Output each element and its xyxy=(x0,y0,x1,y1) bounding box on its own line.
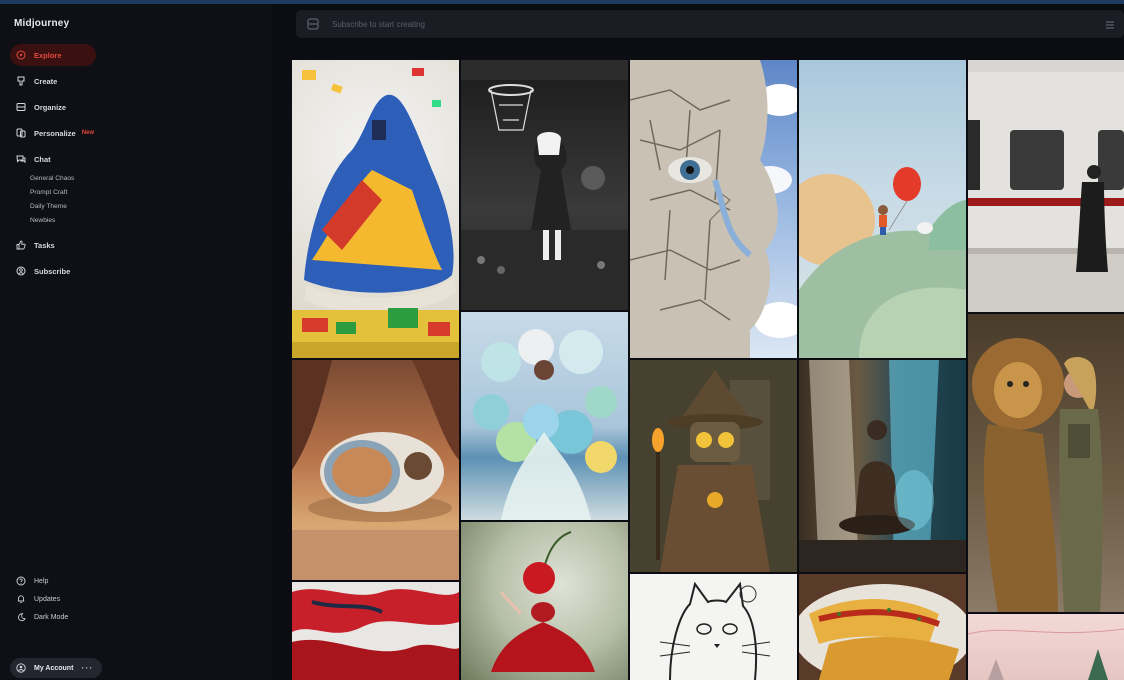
chat-room-general-chaos[interactable]: General Chaos xyxy=(30,172,256,186)
sidebar-bottom-nav: Help Updates Dark Mode xyxy=(10,572,256,626)
moon-icon xyxy=(16,612,26,622)
image-prompt-icon[interactable] xyxy=(306,17,320,31)
pasta-dish-image[interactable] xyxy=(799,574,966,680)
thumbs-up-icon xyxy=(16,240,26,250)
settings-sliders-icon[interactable] xyxy=(1104,18,1116,30)
sidebar-item-explore[interactable]: Explore xyxy=(10,44,96,66)
chat-room-daily-theme[interactable]: Daily Theme xyxy=(30,200,256,214)
sidebar-item-label: Organize xyxy=(34,102,67,112)
balloon-dress-image[interactable] xyxy=(461,312,628,520)
sidebar-item-label: Create xyxy=(34,76,58,86)
cherry-dancer-image[interactable] xyxy=(461,522,628,680)
sidebar-item-label: Tasks xyxy=(34,240,55,250)
sidebar-item-label: Updates xyxy=(34,595,61,603)
my-account-button[interactable]: My Account ··· xyxy=(10,658,102,678)
sidebar-item-personalize[interactable]: Personalize New xyxy=(10,122,256,144)
sidebar-item-create[interactable]: Create xyxy=(10,70,256,92)
sidebar-item-label: Help xyxy=(34,577,49,585)
sidebar-item-label: Explore xyxy=(34,50,62,60)
chat-room-prompt-craft[interactable]: Prompt Craft xyxy=(30,186,256,200)
chat-rooms-list: General Chaos Prompt Craft Daily Theme N… xyxy=(30,172,256,228)
basketball-nun-image[interactable] xyxy=(461,60,628,310)
folder-icon xyxy=(16,102,26,112)
app-title: Midjourney xyxy=(14,18,70,29)
sidebar-item-tasks[interactable]: Tasks xyxy=(10,234,256,256)
explore-gallery xyxy=(292,60,1124,680)
sidebar-item-label: Personalize xyxy=(34,128,76,138)
brush-icon xyxy=(16,76,26,86)
cat-sketch-image[interactable] xyxy=(630,574,797,680)
chat-icon xyxy=(16,154,26,164)
sidebar-item-updates[interactable]: Updates xyxy=(10,590,256,608)
chat-room-newbies[interactable]: Newbies xyxy=(30,214,256,228)
subway-train-image[interactable] xyxy=(968,60,1124,312)
account-more-icon[interactable]: ··· xyxy=(81,663,93,673)
sidebar-item-chat[interactable]: Chat xyxy=(10,148,256,170)
lion-soldier-image[interactable] xyxy=(968,314,1124,612)
bell-icon xyxy=(16,594,26,604)
cracked-face-image[interactable] xyxy=(630,60,797,358)
account-label: My Account xyxy=(34,664,74,672)
search-input[interactable] xyxy=(330,18,1034,30)
sidebar-item-label: Dark Mode xyxy=(34,613,69,621)
sidebar-item-label: Subscribe xyxy=(34,266,71,276)
balloon-hills-image[interactable] xyxy=(799,60,966,358)
red-abstract-image[interactable] xyxy=(292,582,459,680)
lego-sneaker-image[interactable] xyxy=(292,60,459,358)
help-icon xyxy=(16,576,26,586)
compass-icon xyxy=(16,50,26,60)
pink-forest-image[interactable] xyxy=(968,614,1124,680)
account-avatar-icon xyxy=(16,663,26,673)
sidebar-item-dark-mode[interactable]: Dark Mode xyxy=(10,608,256,626)
sidebar-item-help[interactable]: Help xyxy=(10,572,256,590)
sidebar: Midjourney Explore Create Organize Perso… xyxy=(0,4,272,680)
new-badge: New xyxy=(81,130,95,136)
meditation-waterfall-image[interactable] xyxy=(799,360,966,572)
search-bar[interactable] xyxy=(296,10,1124,38)
sidebar-item-label: Chat xyxy=(34,154,51,164)
wizard-robot-image[interactable] xyxy=(630,360,797,572)
main-nav: Explore Create Organize Personalize New xyxy=(10,44,256,286)
sidebar-item-subscribe[interactable]: Subscribe xyxy=(10,260,256,282)
subscribe-icon xyxy=(16,266,26,276)
desert-pod-image[interactable] xyxy=(292,360,459,580)
personalize-icon xyxy=(16,128,26,138)
sidebar-item-organize[interactable]: Organize xyxy=(10,96,256,118)
